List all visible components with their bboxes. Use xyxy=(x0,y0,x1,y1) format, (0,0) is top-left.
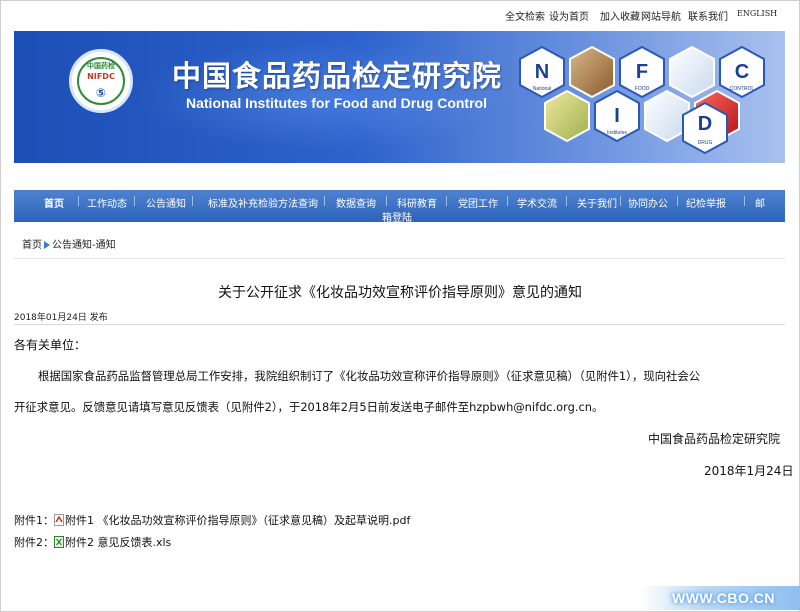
signature-date: 2018年1月24日 xyxy=(704,464,794,478)
contact-link[interactable]: 联系我们 xyxy=(688,8,728,23)
hexagon-photo-2 xyxy=(669,45,715,99)
breadcrumb: 首页 公告通知-通知 xyxy=(22,236,116,251)
nav-item-mail[interactable]: 邮 xyxy=(755,195,765,210)
fulltext-search-link[interactable]: 全文检索 xyxy=(505,8,545,23)
header-banner: 中国药检 NIFDC ⑤ 中国食品药品检定研究院 National Instit… xyxy=(14,31,785,163)
breadcrumb-arrow-icon xyxy=(44,241,50,249)
hexagon-photo-1 xyxy=(569,45,615,99)
attachment-2: 附件2： 附件2 意见反馈表.xls xyxy=(14,534,171,550)
nav-item-research[interactable]: 科研教育 xyxy=(397,195,437,210)
nav-item-home[interactable]: 首页 xyxy=(44,195,64,210)
site-title-cn: 中国食品药品检定研究院 xyxy=(172,59,503,93)
hexagon-n-label: National xyxy=(533,86,551,92)
nav-item-office[interactable]: 协同办公 xyxy=(628,195,668,210)
set-homepage-link[interactable]: 设为首页 xyxy=(549,8,589,23)
body-line-2: 开征求意见。反馈意见请填写意见反馈表（见附件2），于2018年2月5日前发送电子… xyxy=(14,400,604,414)
logo-text-top: 中国药检 xyxy=(87,62,115,70)
article-title: 关于公开征求《化妆品功效宣称评价指导原则》意见的通知 xyxy=(218,285,582,301)
site-title-en: National Institutes for Food and Drug Co… xyxy=(186,95,487,111)
main-nav: 首页 工作动态 公告通知 标准及补充检验方法查询 数据查询 科研教育 党团工作 … xyxy=(14,190,785,224)
body-line-1: 根据国家食品药品监督管理总局工作安排，我院组织制订了《化妆品功效宣称评价指导原则… xyxy=(38,369,701,383)
pdf-icon xyxy=(54,514,64,526)
sitemap-link[interactable]: 网站导航 xyxy=(641,8,681,23)
english-link[interactable]: ENGLISH xyxy=(737,9,777,18)
nav-item-notices[interactable]: 公告通知 xyxy=(146,195,186,210)
nav-item-mail-overflow[interactable]: 箱登陆 xyxy=(382,209,412,224)
breadcrumb-section[interactable]: 公告通知-通知 xyxy=(52,240,116,251)
logo-text-mid: NIFDC xyxy=(87,72,115,81)
nav-item-data-query[interactable]: 数据查询 xyxy=(336,195,376,210)
watermark: WWW.CBO.CN xyxy=(672,590,775,606)
nav-item-academic[interactable]: 学术交流 xyxy=(517,195,557,210)
divider xyxy=(14,258,785,259)
nav-item-party[interactable]: 党团工作 xyxy=(458,195,498,210)
nav-item-report[interactable]: 纪检举报 xyxy=(686,195,726,210)
attachment-label: 附件2： xyxy=(14,536,54,549)
signature: 中国食品药品检定研究院 xyxy=(648,432,781,446)
add-favorite-link[interactable]: 加入收藏 xyxy=(600,8,640,23)
hexagon-photo-3 xyxy=(544,89,590,143)
divider xyxy=(14,324,785,325)
publish-date: 2018年01月24日 发布 xyxy=(14,313,108,323)
attachment-1: 附件1： 附件1 《化妆品功效宣称评价指导原则》（征求意见稿）及起草说明.pdf xyxy=(14,512,410,528)
nifdc-hexagon-graphic: N National F FOOD C CONTROL I Institutes… xyxy=(519,45,765,155)
salutation: 各有关单位： xyxy=(14,338,87,352)
nav-item-news[interactable]: 工作动态 xyxy=(87,195,127,210)
attachment-1-link[interactable]: 附件1 《化妆品功效宣称评价指导原则》（征求意见稿）及起草说明.pdf xyxy=(65,514,410,527)
nifdc-logo[interactable]: 中国药检 NIFDC ⑤ xyxy=(69,49,133,113)
attachment-label: 附件1： xyxy=(14,514,54,527)
hexagon-i-letter: I xyxy=(614,105,620,127)
hexagon-d-label: DRUG xyxy=(698,140,713,146)
hexagon-n-letter: N xyxy=(535,61,549,83)
hexagon-d-letter: D xyxy=(698,113,712,135)
nav-item-standards[interactable]: 标准及补充检验方法查询 xyxy=(208,195,318,210)
hexagon-c-letter: C xyxy=(735,61,749,83)
hexagon-c-label: CONTROL xyxy=(730,86,755,92)
breadcrumb-home[interactable]: 首页 xyxy=(22,240,42,251)
hexagon-f-label: FOOD xyxy=(635,86,650,92)
hexagon-i-label: Institutes xyxy=(607,130,628,136)
nav-item-about[interactable]: 关于我们 xyxy=(577,195,617,210)
hexagon-f-letter: F xyxy=(636,61,648,83)
excel-icon xyxy=(54,536,64,548)
top-links-bar: 全文检索 设为首页 加入收藏 网站导航 联系我们 ENGLISH xyxy=(0,8,800,24)
logo-number-icon: ⑤ xyxy=(95,86,107,100)
attachment-2-link[interactable]: 附件2 意见反馈表.xls xyxy=(65,536,171,549)
